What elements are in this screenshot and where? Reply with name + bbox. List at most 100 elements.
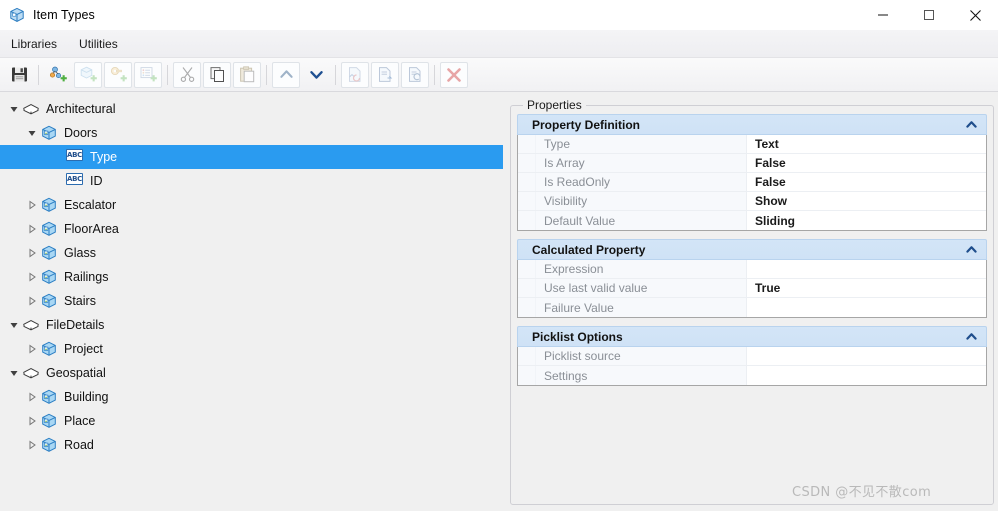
section-title: Picklist Options bbox=[532, 329, 623, 344]
property-value[interactable] bbox=[746, 260, 986, 278]
chevron-up-icon[interactable] bbox=[964, 330, 978, 344]
chevron-up-icon[interactable] bbox=[964, 243, 978, 257]
tree-item-type[interactable]: ABC Type bbox=[0, 145, 503, 169]
property-grid: Picklist source Settings bbox=[517, 347, 987, 386]
chevron-down-icon[interactable] bbox=[24, 121, 40, 145]
tree-item-stairs[interactable]: Stairs bbox=[0, 289, 503, 313]
chevron-right-icon[interactable] bbox=[24, 433, 40, 457]
property-row[interactable]: Failure Value bbox=[518, 298, 986, 317]
chevron-right-icon[interactable] bbox=[24, 289, 40, 313]
library-icon bbox=[22, 364, 40, 382]
tree-item-project[interactable]: Project bbox=[0, 337, 503, 361]
cube-icon bbox=[40, 268, 58, 286]
property-key: Settings bbox=[536, 366, 746, 385]
tree-item-label: Architectural bbox=[46, 102, 116, 116]
property-row[interactable]: Picklist source bbox=[518, 347, 986, 366]
chevron-right-icon[interactable] bbox=[24, 241, 40, 265]
chevron-right-icon[interactable] bbox=[24, 193, 40, 217]
property-row[interactable]: Type Text bbox=[518, 135, 986, 154]
chevron-down-icon[interactable] bbox=[6, 361, 22, 385]
row-gutter bbox=[518, 154, 536, 172]
tree-item-building[interactable]: Building bbox=[0, 385, 503, 409]
tree-item-glass[interactable]: Glass bbox=[0, 241, 503, 265]
row-gutter bbox=[518, 366, 536, 385]
property-row[interactable]: Expression bbox=[518, 260, 986, 279]
add-picklist-button bbox=[134, 61, 162, 88]
cube-icon bbox=[40, 412, 58, 430]
tree-item-label: Type bbox=[90, 150, 118, 164]
properties-sections: Property Definition Type Text Is Array False… bbox=[517, 114, 987, 394]
delete-button bbox=[440, 61, 468, 88]
toolbar-separator bbox=[167, 64, 168, 85]
chevron-up-icon[interactable] bbox=[964, 118, 978, 132]
property-row[interactable]: Use last valid value True bbox=[518, 279, 986, 298]
property-key: Picklist source bbox=[536, 347, 746, 365]
chevron-down-icon[interactable] bbox=[6, 313, 22, 337]
library-icon bbox=[22, 100, 40, 118]
property-value[interactable]: Text bbox=[746, 135, 986, 153]
property-key: Failure Value bbox=[536, 298, 746, 317]
save-button[interactable] bbox=[5, 62, 33, 88]
cube-icon bbox=[40, 436, 58, 454]
section-header[interactable]: Picklist Options bbox=[517, 326, 987, 347]
menu-libraries[interactable]: Libraries bbox=[0, 33, 68, 55]
tree-item-escalator[interactable]: Escalator bbox=[0, 193, 503, 217]
property-value[interactable] bbox=[746, 347, 986, 365]
tree-item-architectural[interactable]: Architectural bbox=[0, 97, 503, 121]
properties-groupbox: Properties Property Definition Type Text Is… bbox=[510, 98, 994, 505]
item-types-window: Item Types Libraries Utilities Architect… bbox=[0, 0, 998, 511]
property-row[interactable]: Settings bbox=[518, 366, 986, 385]
row-gutter bbox=[518, 260, 536, 278]
item-types-tree-panel[interactable]: Architectural Doors ABC Type ABC ID Escalator F… bbox=[0, 92, 503, 511]
menu-utilities[interactable]: Utilities bbox=[68, 33, 129, 55]
property-row[interactable]: Default Value Sliding bbox=[518, 211, 986, 230]
tree-item-filedetails[interactable]: FileDetails bbox=[0, 313, 503, 337]
property-key: Expression bbox=[536, 260, 746, 278]
chevron-right-icon[interactable] bbox=[24, 265, 40, 289]
property-value[interactable]: False bbox=[746, 173, 986, 191]
tree-item-railings[interactable]: Railings bbox=[0, 265, 503, 289]
tree-item-id[interactable]: ABC ID bbox=[0, 169, 503, 193]
toolbar bbox=[0, 58, 998, 92]
chevron-right-icon[interactable] bbox=[24, 385, 40, 409]
tree-item-geospatial[interactable]: Geospatial bbox=[0, 361, 503, 385]
paste-button bbox=[233, 61, 261, 88]
minimize-button[interactable] bbox=[860, 0, 906, 30]
property-grid: Type Text Is Array False Is ReadOnly False Vis… bbox=[517, 135, 987, 231]
properties-panel: Properties Property Definition Type Text Is… bbox=[507, 92, 998, 511]
add-library-button[interactable] bbox=[44, 62, 72, 88]
chevron-right-icon[interactable] bbox=[24, 337, 40, 361]
tree-item-label: Glass bbox=[64, 246, 96, 260]
maximize-button[interactable] bbox=[906, 0, 952, 30]
refresh-button bbox=[401, 61, 429, 88]
close-button[interactable] bbox=[952, 0, 998, 30]
chevron-down-icon[interactable] bbox=[6, 97, 22, 121]
row-gutter bbox=[518, 211, 536, 230]
tree-item-place[interactable]: Place bbox=[0, 409, 503, 433]
title-bar: Item Types bbox=[0, 0, 998, 30]
tree-item-label: ID bbox=[90, 174, 103, 188]
property-row[interactable]: Visibility Show bbox=[518, 192, 986, 211]
tree-item-label: Building bbox=[64, 390, 109, 404]
property-key: Visibility bbox=[536, 192, 746, 210]
watermark: CSDN @不见不散com bbox=[792, 485, 932, 500]
chevron-right-icon[interactable] bbox=[24, 409, 40, 433]
property-value[interactable]: Sliding bbox=[746, 211, 986, 230]
property-key: Is ReadOnly bbox=[536, 173, 746, 191]
chevron-right-icon[interactable] bbox=[24, 217, 40, 241]
property-row[interactable]: Is Array False bbox=[518, 154, 986, 173]
property-value[interactable] bbox=[746, 298, 986, 317]
section-header[interactable]: Property Definition bbox=[517, 114, 987, 135]
property-row[interactable]: Is ReadOnly False bbox=[518, 173, 986, 192]
add-item-type-button bbox=[74, 61, 102, 88]
tree-item-floorarea[interactable]: FloorArea bbox=[0, 217, 503, 241]
move-down-button[interactable] bbox=[302, 62, 330, 88]
property-value[interactable]: Show bbox=[746, 192, 986, 210]
section-header[interactable]: Calculated Property bbox=[517, 239, 987, 260]
property-value[interactable] bbox=[746, 366, 986, 385]
copy-button[interactable] bbox=[203, 61, 231, 88]
tree-item-doors[interactable]: Doors bbox=[0, 121, 503, 145]
property-value[interactable]: True bbox=[746, 279, 986, 297]
tree-item-road[interactable]: Road bbox=[0, 433, 503, 457]
property-value[interactable]: False bbox=[746, 154, 986, 172]
